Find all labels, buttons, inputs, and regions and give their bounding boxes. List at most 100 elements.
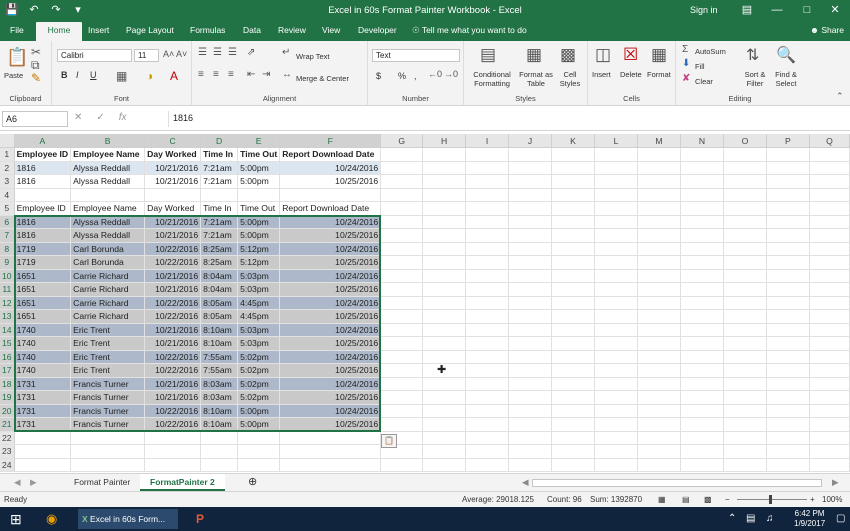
cell[interactable] (594, 201, 638, 216)
merge-center-button[interactable]: Merge & Center (296, 74, 349, 83)
cell[interactable] (680, 174, 724, 189)
row-header[interactable]: 9 (0, 255, 15, 270)
horizontal-scrollbar[interactable] (532, 479, 822, 487)
cell[interactable]: 10/25/2016 (279, 336, 382, 351)
cell[interactable] (637, 282, 681, 297)
cell[interactable] (680, 309, 724, 324)
cell[interactable] (14, 458, 72, 472)
column-header[interactable]: Q (809, 134, 850, 148)
row-header[interactable]: 20 (0, 404, 15, 418)
cell[interactable]: 8:03am (200, 390, 239, 405)
sort-filter-button[interactable]: Sort & Filter (740, 70, 770, 88)
normal-view-icon[interactable]: ▦ (658, 495, 666, 504)
cell[interactable]: 10/22/2016 (144, 404, 202, 418)
cell[interactable] (809, 323, 850, 337)
cell[interactable] (380, 161, 424, 175)
cell[interactable]: 5:02pm (237, 377, 281, 391)
cell[interactable] (465, 147, 510, 162)
cell[interactable] (422, 377, 467, 391)
cell[interactable] (766, 147, 810, 162)
cell[interactable] (551, 161, 596, 175)
cell[interactable]: 5:00pm (237, 215, 281, 229)
cell[interactable] (680, 282, 724, 297)
row-header[interactable]: 2 (0, 161, 15, 175)
cell[interactable] (200, 431, 239, 445)
cell[interactable]: Eric Trent (70, 350, 146, 364)
row-header[interactable]: 22 (0, 431, 15, 445)
cell[interactable]: 8:10am (200, 404, 239, 418)
cell[interactable]: Francis Turner (70, 377, 146, 391)
cell[interactable]: 10/21/2016 (144, 269, 202, 283)
cell[interactable] (680, 336, 724, 351)
cell[interactable] (551, 431, 596, 445)
cell[interactable] (422, 269, 467, 283)
cell[interactable]: 1731 (14, 417, 72, 432)
cell[interactable]: 10/22/2016 (144, 242, 202, 256)
accounting-format-button[interactable]: $ (376, 72, 381, 81)
page-break-view-icon[interactable]: ▩ (704, 495, 712, 504)
row-header[interactable]: 14 (0, 323, 15, 337)
cell[interactable] (279, 444, 382, 459)
volume-icon[interactable]: ♫ (766, 509, 774, 529)
cell[interactable]: Employee Name (70, 201, 146, 216)
row-header[interactable]: 10 (0, 269, 15, 283)
tab-file[interactable]: File (10, 25, 24, 35)
row-header[interactable]: 12 (0, 296, 15, 310)
cell[interactable] (508, 255, 553, 270)
cell[interactable] (508, 336, 553, 351)
cell[interactable] (594, 174, 638, 189)
cell[interactable] (637, 161, 681, 175)
cell[interactable] (637, 242, 681, 256)
cell[interactable]: Alyssa Reddall (70, 174, 146, 189)
cell[interactable] (723, 215, 767, 229)
cell[interactable]: 10/22/2016 (144, 255, 202, 270)
cell[interactable] (680, 350, 724, 364)
cell[interactable] (508, 309, 553, 324)
cell[interactable]: 10/24/2016 (279, 404, 382, 418)
cell[interactable] (766, 215, 810, 229)
cell[interactable] (422, 390, 467, 405)
cell-styles-button[interactable]: Cell Styles (556, 70, 584, 88)
zoom-level[interactable]: 100% (822, 495, 842, 504)
cell[interactable]: 10/25/2016 (279, 309, 382, 324)
column-header[interactable]: K (551, 134, 596, 148)
cell[interactable]: 8:25am (200, 242, 239, 256)
cell[interactable] (637, 390, 681, 405)
tab-view[interactable]: View (322, 25, 340, 35)
cell[interactable] (380, 228, 424, 243)
cell[interactable] (594, 377, 638, 391)
cell[interactable]: 8:10am (200, 336, 239, 351)
row-header[interactable]: 16 (0, 350, 15, 364)
cell[interactable] (637, 269, 681, 283)
find-select-icon[interactable]: 🔍 (776, 45, 796, 65)
cell[interactable] (723, 228, 767, 243)
tab-page-layout[interactable]: Page Layout (126, 25, 174, 35)
cell[interactable] (637, 201, 681, 216)
cell[interactable]: 8:05am (200, 296, 239, 310)
cell[interactable] (637, 228, 681, 243)
cell[interactable] (809, 282, 850, 297)
cell[interactable]: 5:12pm (237, 242, 281, 256)
cell[interactable] (422, 255, 467, 270)
cell[interactable] (551, 323, 596, 337)
share-button[interactable]: ☻ Share (810, 25, 844, 35)
cell[interactable] (508, 215, 553, 229)
cell[interactable]: 1651 (14, 282, 72, 297)
cell[interactable]: 5:00pm (237, 404, 281, 418)
cell[interactable] (809, 228, 850, 243)
cell[interactable] (144, 444, 202, 459)
close-icon[interactable]: ✕ (825, 2, 845, 18)
column-header[interactable]: D (200, 134, 239, 148)
cell[interactable] (594, 363, 638, 378)
bold-button[interactable]: B (61, 71, 68, 80)
cell[interactable]: 10/24/2016 (279, 215, 382, 229)
cell[interactable]: 1816 (14, 228, 72, 243)
cell[interactable] (144, 458, 202, 472)
cell[interactable] (422, 161, 467, 175)
cell[interactable] (766, 269, 810, 283)
row-header[interactable]: 7 (0, 228, 15, 243)
cell[interactable] (637, 309, 681, 324)
cell[interactable] (14, 431, 72, 445)
cell[interactable] (465, 228, 510, 243)
cell[interactable] (465, 174, 510, 189)
